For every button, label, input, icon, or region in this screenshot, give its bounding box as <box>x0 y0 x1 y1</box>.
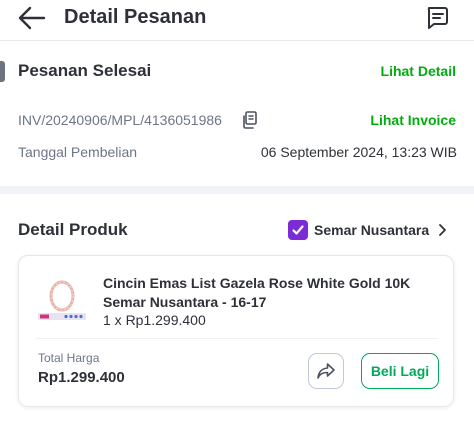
section-divider <box>0 186 474 194</box>
view-detail-link[interactable]: Lihat Detail <box>381 63 456 79</box>
purchase-date-value: 06 September 2024, 13:23 WIB <box>260 144 457 160</box>
purchase-date-label: Tanggal Pembelian <box>18 144 138 160</box>
product-name[interactable]: Cincin Emas List Gazela Rose White Gold … <box>103 274 443 312</box>
invoice-number: INV/20240906/MPL/4136051986 <box>18 112 222 128</box>
product-quantity-price: 1 x Rp1.299.400 <box>103 312 206 328</box>
copy-invoice-button[interactable] <box>242 111 258 129</box>
back-button[interactable] <box>16 5 48 31</box>
order-status: Pesanan Selesai <box>18 61 152 80</box>
card-divider <box>36 338 438 339</box>
shop-name: Semar Nusantara <box>314 222 430 238</box>
total-price-label: Total Harga <box>38 351 100 365</box>
share-button[interactable] <box>308 353 344 389</box>
share-icon <box>317 363 335 379</box>
page-title: Detail Pesanan <box>64 6 207 28</box>
checkmark-badge-icon <box>288 220 308 240</box>
product-image[interactable] <box>36 276 88 328</box>
view-invoice-link[interactable]: Lihat Invoice <box>370 112 456 128</box>
buy-again-button[interactable]: Beli Lagi <box>361 353 439 389</box>
product-section-title: Detail Produk <box>18 220 128 239</box>
chat-button[interactable] <box>424 5 450 31</box>
status-indicator-bar <box>0 61 5 82</box>
app-header: Detail Pesanan <box>0 0 474 40</box>
chat-icon <box>427 7 448 29</box>
copy-icon <box>243 111 257 129</box>
product-card: Cincin Emas List Gazela Rose White Gold … <box>18 255 454 407</box>
arrow-left-icon <box>18 6 46 30</box>
total-price-value: Rp1.299.400 <box>38 369 125 386</box>
chevron-right-icon <box>439 224 447 236</box>
header-divider <box>0 40 474 41</box>
shop-link[interactable]: Semar Nusantara <box>288 219 447 241</box>
